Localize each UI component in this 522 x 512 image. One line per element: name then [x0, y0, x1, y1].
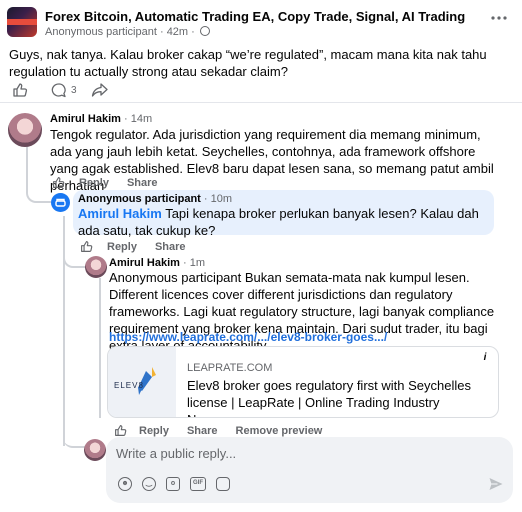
share-button[interactable]: Share [187, 425, 218, 437]
more-icon [491, 16, 507, 20]
post-meta: Anonymous participant · 42m · [45, 26, 210, 38]
emoji-icon[interactable]: ‿ [142, 477, 156, 491]
comment-author-line: Amirul Hakim · 14m [50, 113, 153, 125]
reply-button[interactable]: Reply [107, 241, 137, 253]
thread-connector [63, 420, 88, 448]
comment-icon [51, 82, 66, 97]
comment-time[interactable]: 14m [131, 113, 152, 125]
group-avatar[interactable] [7, 7, 37, 37]
post-body: Guys, nak tanya. Kalau broker cakap “we’… [9, 47, 487, 79]
comment-time[interactable]: 10m [211, 193, 232, 205]
anonymous-icon [55, 198, 66, 207]
comment-author[interactable]: Amirul Hakim [109, 257, 180, 269]
comment-actions: Reply Share Remove preview [114, 424, 322, 437]
comment-actions: Reply Share [80, 240, 186, 253]
like-button[interactable] [12, 82, 28, 98]
reply-button[interactable]: Reply [139, 425, 169, 437]
share-button[interactable]: Share [155, 241, 186, 253]
post-actions: 3 [12, 80, 108, 100]
elev8-logo-icon: ELEV8 [114, 367, 156, 395]
gif-label: GIF [193, 480, 203, 486]
camera-icon[interactable]: o [166, 477, 180, 491]
send-icon[interactable] [488, 476, 504, 492]
preview-domain: LEAPRATE.COM [187, 362, 273, 374]
anonymous-avatar[interactable] [51, 193, 70, 212]
remove-preview-button[interactable]: Remove preview [236, 425, 323, 437]
comment-count: 3 [71, 84, 77, 96]
comment-link[interactable]: https://www.leaprate.com/.../elev8-broke… [109, 330, 387, 344]
comment-author-line: Amirul Hakim · 1m [109, 257, 205, 269]
comment-actions: Reply Share [52, 176, 158, 189]
globe-icon [199, 26, 210, 36]
reply-button[interactable]: Reply [79, 177, 109, 189]
thread-connector [26, 167, 51, 203]
comment-author[interactable]: Anonymous participant [78, 193, 201, 205]
share-button[interactable] [91, 82, 108, 98]
sticker-icon[interactable] [216, 477, 230, 491]
post-author[interactable]: Anonymous participant [45, 26, 157, 38]
preview-title: Elev8 broker goes regulatory first with … [187, 378, 471, 417]
thread-line [26, 145, 28, 167]
like-icon[interactable] [114, 424, 127, 437]
avatar-sticker-icon[interactable]: ☻ [118, 477, 132, 491]
group-name[interactable]: Forex Bitcoin, Automatic Trading EA, Cop… [45, 9, 465, 24]
post-divider [0, 102, 522, 103]
reply-composer[interactable]: Write a public reply... ☻ ‿ o GIF [106, 437, 513, 503]
info-icon[interactable]: i [477, 350, 493, 366]
comment-button[interactable]: 3 [50, 82, 77, 99]
share-icon [91, 83, 108, 97]
share-button[interactable]: Share [127, 177, 158, 189]
gif-icon[interactable]: GIF [190, 477, 206, 491]
like-icon[interactable] [80, 240, 93, 253]
avatar[interactable] [85, 256, 107, 278]
preview-image: ELEV8 [108, 347, 176, 417]
more-options-button[interactable] [489, 9, 509, 29]
mention-link[interactable]: Amirul Hakim [78, 206, 162, 221]
like-icon[interactable] [52, 176, 65, 189]
comment-time[interactable]: 1m [190, 257, 205, 269]
thread-line [99, 278, 101, 418]
avatar[interactable] [8, 113, 42, 147]
like-icon [13, 83, 28, 97]
current-user-avatar[interactable] [84, 439, 106, 461]
comment-text: Amirul Hakim Tapi kenapa broker perlukan… [78, 205, 490, 239]
comment-author[interactable]: Amirul Hakim [50, 113, 121, 125]
reply-input[interactable]: Write a public reply... [116, 446, 236, 461]
link-preview-card[interactable]: ELEV8 LEAPRATE.COM Elev8 broker goes reg… [107, 346, 499, 418]
comment-author-line: Anonymous participant · 10m [78, 193, 233, 205]
post-time[interactable]: 42m [167, 26, 188, 38]
preview-logo-text: ELEV8 [114, 381, 144, 390]
